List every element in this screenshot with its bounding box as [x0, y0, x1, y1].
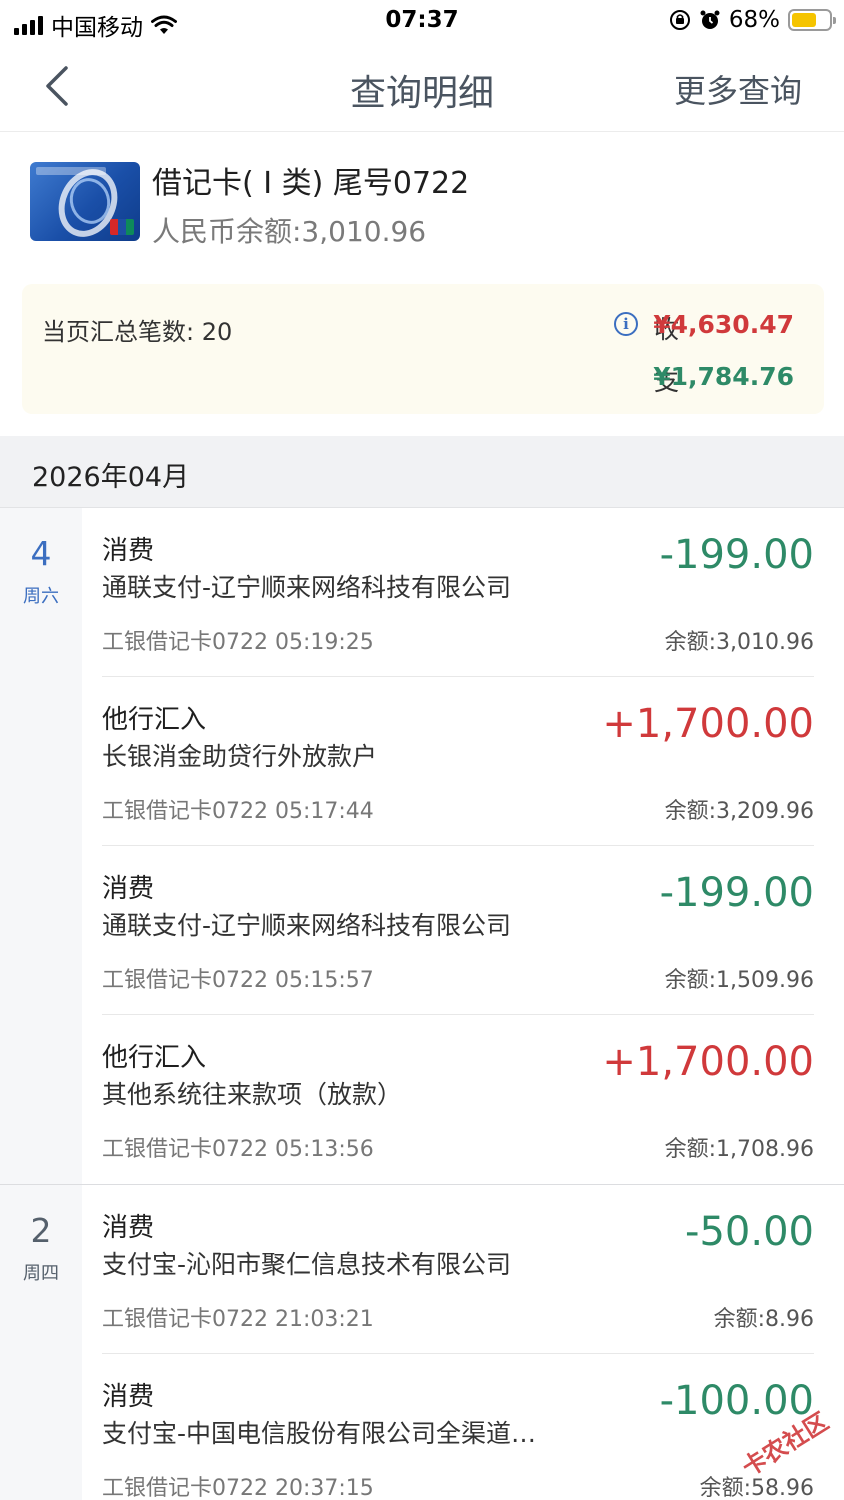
transaction-row[interactable]: 消费 通联支付-辽宁顺来网络科技有限公司 -199.00 工银借记卡0722 0… [82, 846, 844, 1015]
transaction-desc: 其他系统往来款项（放款） [102, 1080, 403, 1109]
transaction-type: 消费 [102, 874, 155, 904]
transaction-balance: 余额:3,209.96 [664, 799, 814, 824]
day-column: 2 周四 [0, 1185, 82, 1500]
summary-count: 当页汇总笔数: 20 [42, 318, 233, 346]
month-label: 2026年04月 [32, 462, 190, 493]
transaction-row[interactable]: 消费 通联支付-辽宁顺来网络科技有限公司 -199.00 工银借记卡0722 0… [82, 508, 844, 677]
day-weekday: 周六 [23, 586, 59, 607]
transaction-card-time: 工银借记卡0722 20:37:15 [102, 1476, 374, 1500]
info-icon[interactable]: i [614, 312, 638, 336]
transaction-balance: 余额:3,010.96 [664, 630, 814, 655]
transaction-type: 他行汇入 [102, 705, 207, 735]
day-number: 2 [30, 1211, 52, 1250]
transaction-amount: -199.00 [659, 532, 814, 578]
day-number: 4 [30, 534, 52, 573]
transaction-row[interactable]: 消费 支付宝-中国电信股份有限公司全渠道… -100.00 工银借记卡0722 … [82, 1354, 844, 1500]
transaction-type: 消费 [102, 1382, 155, 1412]
status-bar: 中国移动 07:37 68% [0, 0, 844, 44]
battery-icon [788, 9, 836, 31]
battery-percent: 68% [728, 7, 780, 33]
day-column: 4 周六 [0, 508, 82, 1184]
transaction-desc: 通联支付-辽宁顺来网络科技有限公司 [102, 911, 512, 940]
transaction-row[interactable]: 他行汇入 其他系统往来款项（放款） +1,700.00 工银借记卡0722 05… [82, 1015, 844, 1184]
transaction-desc: 长银消金助贷行外放款户 [102, 742, 378, 771]
account-name: 借记卡( I 类) 尾号0722 [152, 166, 470, 201]
transaction-card-time: 工银借记卡0722 05:15:57 [102, 968, 374, 993]
transaction-type: 消费 [102, 1213, 155, 1243]
bank-card-image [30, 162, 140, 241]
day-group: 4 周六 消费 通联支付-辽宁顺来网络科技有限公司 -199.00 工银借记卡0… [0, 508, 844, 1184]
transaction-amount: +1,700.00 [602, 701, 814, 747]
transaction-type: 消费 [102, 536, 155, 566]
transaction-desc: 通联支付-辽宁顺来网络科技有限公司 [102, 573, 512, 602]
account-balance: 人民币余额:3,010.96 [152, 215, 427, 248]
transaction-type: 他行汇入 [102, 1043, 207, 1073]
transaction-balance: 余额:1,708.96 [664, 1137, 814, 1162]
alarm-icon [700, 10, 720, 29]
transaction-row[interactable]: 他行汇入 长银消金助贷行外放款户 +1,700.00 工银借记卡0722 05:… [82, 677, 844, 846]
page-summary: 当页汇总笔数: 20 i 收 ¥4,630.47 支 ¥1,784.76 [22, 284, 824, 414]
expense-amount: ¥1,784.76 [653, 362, 794, 391]
transaction-card-time: 工银借记卡0722 21:03:21 [102, 1307, 374, 1332]
battery-fill [792, 13, 817, 27]
transaction-balance: 余额:8.96 [713, 1307, 814, 1332]
account-card[interactable]: 借记卡( I 类) 尾号0722 人民币余额:3,010.96 [0, 150, 844, 260]
status-right: 68% [669, 7, 836, 33]
transaction-card-time: 工银借记卡0722 05:19:25 [102, 630, 374, 655]
day-weekday: 周四 [23, 1263, 59, 1284]
income-amount: ¥4,630.47 [653, 310, 794, 339]
orientation-lock-icon [669, 10, 690, 30]
month-header: 2026年04月 [0, 436, 844, 508]
transaction-amount: -199.00 [659, 870, 814, 916]
transaction-desc: 支付宝-中国电信股份有限公司全渠道… [102, 1419, 537, 1448]
transaction-amount: +1,700.00 [602, 1039, 814, 1085]
transaction-desc: 支付宝-沁阳市聚仁信息技术有限公司 [102, 1250, 512, 1279]
transaction-card-time: 工银借记卡0722 05:13:56 [102, 1137, 374, 1162]
more-query-button[interactable]: 更多查询 [674, 66, 802, 112]
unionpay-logo [110, 219, 134, 235]
transaction-balance: 余额:1,509.96 [664, 968, 814, 993]
nav-bar: 查询明细 更多查询 [0, 44, 844, 132]
transaction-row[interactable]: 消费 支付宝-沁阳市聚仁信息技术有限公司 -50.00 工银借记卡0722 21… [82, 1185, 844, 1354]
transaction-card-time: 工银借记卡0722 05:17:44 [102, 799, 374, 824]
transaction-amount: -50.00 [685, 1209, 814, 1255]
day-group: 2 周四 消费 支付宝-沁阳市聚仁信息技术有限公司 -50.00 工银借记卡07… [0, 1185, 844, 1500]
